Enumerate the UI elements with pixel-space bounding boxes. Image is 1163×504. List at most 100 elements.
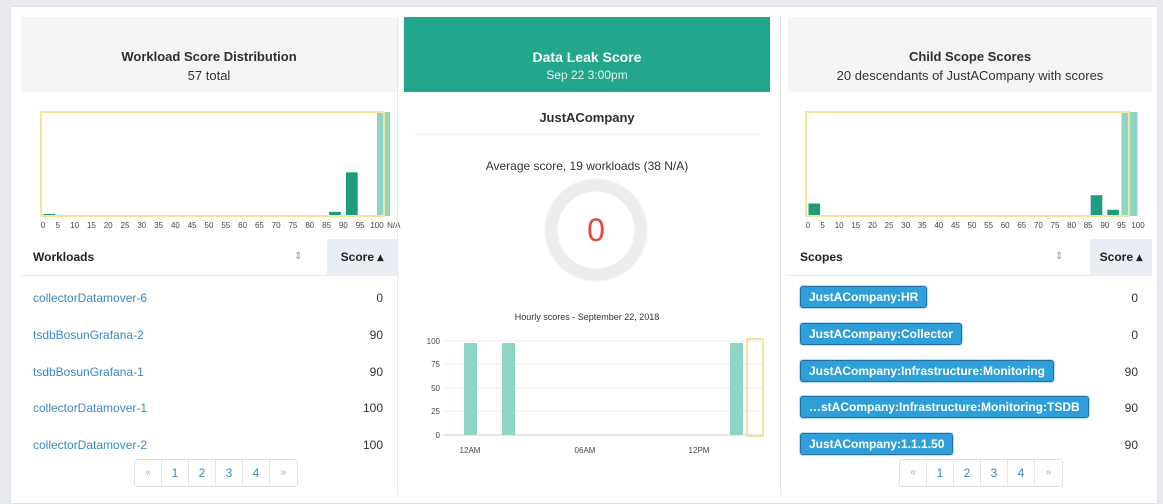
workload-pagination: « 1 2 3 4 » bbox=[134, 459, 298, 487]
scope-score: 90 bbox=[1124, 401, 1138, 415]
data-leak-panel: Data Leak Score Sep 22 3:00pm JustACompa… bbox=[404, 7, 770, 503]
next-page-button[interactable]: » bbox=[1035, 460, 1062, 486]
score-column-header[interactable]: Score ▴ bbox=[1090, 239, 1152, 276]
workload-score: 100 bbox=[362, 438, 383, 452]
histogram-tick-label: 20 bbox=[103, 221, 113, 230]
histogram-tick-label: 10 bbox=[70, 221, 80, 230]
histogram-tick-label: 35 bbox=[154, 221, 164, 230]
histogram-tick-label: 85 bbox=[322, 221, 332, 230]
leak-panel-timestamp: Sep 22 3:00pm bbox=[546, 68, 628, 82]
histogram-selection bbox=[805, 111, 1130, 217]
page-2-button[interactable]: 2 bbox=[189, 460, 216, 486]
child-panel-subtitle: 20 descendants of JustACompany with scor… bbox=[836, 68, 1104, 83]
workload-histogram[interactable] bbox=[21, 110, 397, 218]
histogram-tick-label: 30 bbox=[901, 221, 911, 230]
page-4-button[interactable]: 4 bbox=[1008, 460, 1035, 486]
scope-score: 0 bbox=[1131, 328, 1138, 342]
y-tick-label: 25 bbox=[431, 407, 440, 416]
sort-icon[interactable]: ⇕ bbox=[294, 251, 302, 262]
scope-score: 0 bbox=[1131, 291, 1138, 305]
page-3-button[interactable]: 3 bbox=[981, 460, 1008, 486]
histogram-tick-label: 50 bbox=[204, 221, 214, 230]
histogram-selection bbox=[40, 111, 385, 217]
table-row: …stACompany:Infrastructure:Monitoring:TS… bbox=[788, 391, 1152, 427]
table-row: JustACompany:Infrastructure:Monitoring 9… bbox=[788, 355, 1152, 391]
histogram-tick-label: N/A bbox=[387, 221, 401, 230]
table-row: JustACompany:HR 0 bbox=[788, 281, 1152, 317]
score-gauge: 0 bbox=[544, 178, 648, 282]
child-histogram[interactable] bbox=[788, 110, 1152, 218]
workload-link[interactable]: collectorDatamover-1 bbox=[33, 401, 147, 415]
table-row: tsdbBosunGrafana-1 90 bbox=[21, 355, 397, 391]
next-page-button[interactable]: » bbox=[270, 460, 297, 486]
hourly-bar bbox=[464, 343, 477, 435]
histogram-tick-label: 100 bbox=[370, 221, 384, 230]
histogram-tick-label: 40 bbox=[170, 221, 180, 230]
histogram-tick-label: 55 bbox=[984, 221, 994, 230]
divider bbox=[414, 134, 760, 135]
histogram-tick-label: 10 bbox=[834, 221, 844, 230]
workload-table-header: Workloads ⇕ Score ▴ bbox=[21, 239, 397, 276]
child-histogram-ticks: 0 5 10 15 20 25 30 35 40 45 50 55 60 65 70 75 80 85 90 95 10… bbox=[788, 221, 1152, 233]
scope-table-header: Scopes ⇕ Score ▴ bbox=[788, 239, 1152, 276]
histogram-tick-label: 95 bbox=[355, 221, 365, 230]
histogram-tick-label: 5 bbox=[55, 221, 61, 230]
histogram-tick-label: 15 bbox=[86, 221, 96, 230]
histogram-tick-label: 95 bbox=[1116, 221, 1126, 230]
page-2-button[interactable]: 2 bbox=[954, 460, 981, 486]
x-tick-label: 06AM bbox=[575, 446, 596, 455]
scope-tag[interactable]: JustACompany:Collector bbox=[800, 323, 963, 345]
workload-histogram-ticks: 0 5 10 15 20 25 30 35 40 45 50 55 60 65 70 75 80 85 90 95 10… bbox=[21, 221, 401, 233]
page-1-button[interactable]: 1 bbox=[927, 460, 954, 486]
histogram-tick-label: 60 bbox=[238, 221, 248, 230]
scope-tag[interactable]: …stACompany:Infrastructure:Monitoring:TS… bbox=[800, 396, 1089, 418]
table-row: tsdbBosunGrafana-2 90 bbox=[21, 318, 397, 354]
leak-panel-title: Data Leak Score bbox=[532, 49, 642, 65]
hourly-chart-title: Hourly scores - September 22, 2018 bbox=[514, 312, 660, 322]
score-column-header[interactable]: Score ▴ bbox=[327, 239, 397, 276]
workload-link[interactable]: tsdbBosunGrafana-2 bbox=[33, 328, 144, 342]
prev-page-button[interactable]: « bbox=[135, 460, 162, 486]
scope-score: 90 bbox=[1124, 438, 1138, 452]
sort-icon[interactable]: ⇕ bbox=[1055, 251, 1063, 262]
histogram-tick-label: 35 bbox=[917, 221, 927, 230]
workloads-column-header[interactable]: Workloads bbox=[33, 250, 94, 264]
histogram-tick-label: 0 bbox=[805, 221, 811, 230]
page-1-button[interactable]: 1 bbox=[162, 460, 189, 486]
page-4-button[interactable]: 4 bbox=[243, 460, 270, 486]
leak-panel-header: Data Leak Score Sep 22 3:00pm bbox=[404, 17, 770, 92]
histogram-tick-label: 20 bbox=[867, 221, 877, 230]
table-row: JustACompany:Collector 0 bbox=[788, 318, 1152, 354]
histogram-tick-label: 70 bbox=[1033, 221, 1043, 230]
workload-link[interactable]: collectorDatamover-6 bbox=[33, 291, 147, 305]
histogram-tick-label: 75 bbox=[1050, 221, 1060, 230]
scopes-column-header[interactable]: Scopes bbox=[800, 250, 843, 264]
scope-tag[interactable]: JustACompany:1.1.1.50 bbox=[800, 433, 954, 455]
histogram-tick-label: 65 bbox=[254, 221, 264, 230]
hourly-scores-chart[interactable]: 100 75 50 25 0 12AM 06AM 12PM bbox=[414, 327, 770, 467]
histogram-tick-label: 80 bbox=[1067, 221, 1077, 230]
workload-score: 100 bbox=[362, 401, 383, 415]
histogram-tick-label: 75 bbox=[288, 221, 298, 230]
prev-page-button[interactable]: « bbox=[900, 460, 927, 486]
x-tick-label: 12PM bbox=[689, 446, 710, 455]
scope-score: 90 bbox=[1124, 365, 1138, 379]
histogram-tick-label: 15 bbox=[851, 221, 861, 230]
histogram-tick-label: 65 bbox=[1017, 221, 1027, 230]
workload-score: 90 bbox=[369, 365, 383, 379]
workload-score-panel: Workload Score Distribution 57 total 051… bbox=[21, 7, 401, 503]
histogram-tick-label: 30 bbox=[137, 221, 147, 230]
histogram-tick-label: 90 bbox=[338, 221, 348, 230]
histogram-tick-label: 0 bbox=[40, 221, 46, 230]
y-tick-label: 75 bbox=[431, 360, 440, 369]
table-row: collectorDatamover-6 0 bbox=[21, 281, 397, 317]
table-row: collectorDatamover-1 100 bbox=[21, 391, 397, 427]
scope-tag[interactable]: JustACompany:Infrastructure:Monitoring bbox=[800, 360, 1055, 382]
scope-tag[interactable]: JustACompany:HR bbox=[800, 286, 928, 308]
histogram-tick-label: 60 bbox=[1000, 221, 1010, 230]
page-3-button[interactable]: 3 bbox=[216, 460, 243, 486]
x-tick-label: 12AM bbox=[460, 446, 481, 455]
workload-link[interactable]: collectorDatamover-2 bbox=[33, 438, 147, 452]
workload-panel-title: Workload Score Distribution bbox=[121, 49, 297, 64]
workload-link[interactable]: tsdbBosunGrafana-1 bbox=[33, 365, 144, 379]
